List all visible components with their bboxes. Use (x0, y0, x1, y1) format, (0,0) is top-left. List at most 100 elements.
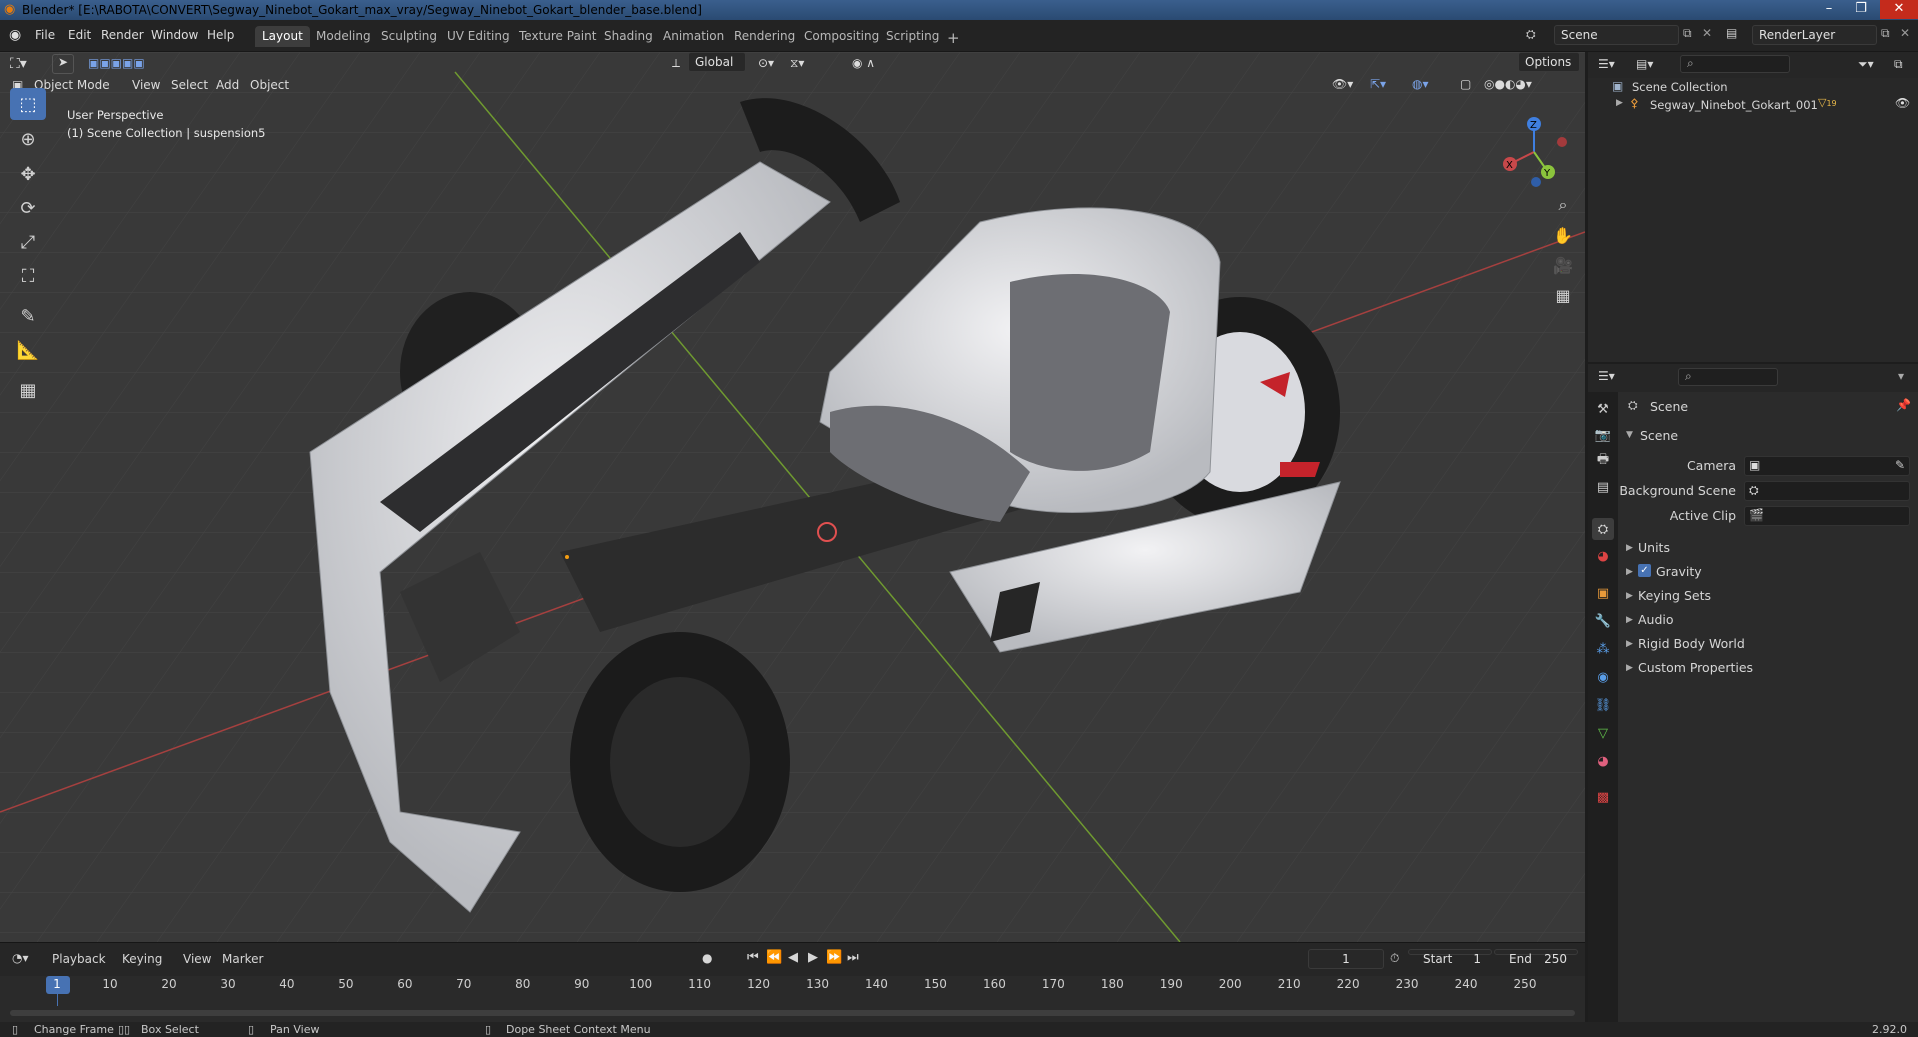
current-frame-field[interactable]: 1 (1308, 949, 1384, 969)
camera-view-icon[interactable]: 🎥 (1550, 252, 1576, 278)
tab-scripting[interactable]: Scripting (879, 26, 946, 47)
eyedropper-icon[interactable]: ✎ (1895, 458, 1905, 472)
timeline-view-menu[interactable]: View (183, 952, 211, 966)
scene-field[interactable]: Scene (1554, 25, 1679, 45)
modifier-tab-icon[interactable]: 🔧 (1592, 610, 1614, 632)
minimize-icon[interactable]: – (1814, 0, 1844, 19)
viewport-menu-object[interactable]: Object (250, 78, 289, 92)
viewport-menu-select[interactable]: Select (171, 78, 208, 92)
texture-tab-icon[interactable]: ▩ (1592, 786, 1614, 808)
properties-editor-type-icon[interactable]: ☰▾ (1598, 369, 1615, 383)
background-scene-field[interactable]: ⛭ (1744, 481, 1910, 501)
visibility-eye-icon[interactable]: 👁 (1895, 96, 1910, 110)
preview-range-icon[interactable]: ⏱ (1390, 951, 1399, 966)
keying-sets-panel[interactable]: Keying Sets (1638, 588, 1711, 603)
tab-compositing[interactable]: Compositing (797, 26, 886, 47)
measure-tool-icon[interactable]: 📐 (10, 334, 46, 366)
scene-collection-label[interactable]: Scene Collection (1632, 80, 1728, 94)
world-tab-icon[interactable]: ◕ (1592, 545, 1614, 567)
marker-menu[interactable]: Marker (222, 952, 263, 966)
transform-orientation-dropdown[interactable]: Global (688, 52, 746, 72)
cursor-tool-icon[interactable]: ⊕ (10, 123, 46, 155)
move-tool-icon[interactable]: ✥ (10, 158, 46, 190)
audio-panel[interactable]: Audio (1638, 612, 1674, 627)
particles-tab-icon[interactable]: ⁂ (1592, 638, 1614, 660)
pan-hand-icon[interactable]: ✋ (1550, 222, 1576, 248)
jump-end-icon[interactable]: ⏭ (847, 950, 859, 965)
next-keyframe-icon[interactable]: ⏩ (826, 950, 842, 965)
output-tab-icon[interactable]: 🖶 (1592, 450, 1614, 472)
view-layer-tab-icon[interactable]: ▤ (1592, 476, 1614, 498)
add-workspace-icon[interactable]: + (940, 26, 967, 47)
gravity-checkbox[interactable]: ✓ (1638, 564, 1651, 577)
menu-help[interactable]: Help (207, 28, 234, 42)
menu-window[interactable]: Window (151, 28, 198, 42)
active-clip-field[interactable]: 🎬 (1744, 506, 1910, 526)
blender-menu-icon[interactable]: ◉ (9, 27, 21, 43)
custom-properties-panel[interactable]: Custom Properties (1638, 660, 1753, 675)
select-tool-icon[interactable]: ➤ (52, 54, 74, 74)
gravity-expand-icon[interactable]: ▶ (1626, 567, 1633, 577)
xray-icon[interactable]: ▢ (1460, 77, 1471, 91)
zoom-icon[interactable]: ⌕ (1550, 192, 1576, 218)
renderlayer-browse-icon[interactable]: ▤ (1726, 26, 1737, 40)
pivot-icon[interactable]: ⊙▾ (758, 56, 774, 70)
custom-properties-expand-icon[interactable]: ▶ (1626, 663, 1633, 673)
start-frame-field[interactable]: Start 1 (1408, 949, 1492, 966)
units-expand-icon[interactable]: ▶ (1626, 543, 1633, 553)
expand-arrow-icon[interactable]: ▶ (1616, 98, 1623, 108)
editor-type-icon[interactable]: ⛶▾ (10, 56, 27, 72)
scale-tool-icon[interactable]: ⤢ (10, 226, 46, 258)
menu-render[interactable]: Render (101, 28, 144, 42)
scene-copy-icon[interactable]: ⧉ (1683, 26, 1692, 41)
pin-icon[interactable]: 📌 (1896, 398, 1911, 412)
3d-viewport[interactable]: ⛶▾ ➤ ▣▣▣▣▣ ⟂ Global ⊙▾ ⧖▾ ◉ ∧ Options ▣ … (0, 52, 1585, 942)
tab-layout[interactable]: Layout (255, 26, 310, 47)
overlay-toggle-icon[interactable]: ◍▾ (1412, 77, 1429, 91)
viewport-menu-view[interactable]: View (132, 78, 160, 92)
camera-field[interactable]: ▣ ✎ (1744, 456, 1910, 476)
tab-animation[interactable]: Animation (656, 26, 731, 47)
tab-modeling[interactable]: Modeling (309, 26, 378, 47)
timeline-scrollbar[interactable] (10, 1010, 1575, 1016)
object-tab-icon[interactable]: ▣ (1592, 582, 1614, 604)
transform-orientation-icon[interactable]: ⟂ (672, 56, 680, 71)
physics-tab-icon[interactable]: ◉ (1592, 666, 1614, 688)
menu-file[interactable]: File (35, 28, 55, 42)
visibility-icon[interactable]: 👁▾ (1332, 77, 1353, 91)
jump-start-icon[interactable]: ⏮ (747, 950, 759, 965)
units-panel[interactable]: Units (1638, 540, 1670, 555)
renderlayer-remove-icon[interactable]: ✕ (1900, 26, 1910, 40)
properties-options-icon[interactable]: ▾ (1898, 369, 1904, 383)
rigid-body-world-panel[interactable]: Rigid Body World (1638, 636, 1745, 651)
renderlayer-copy-icon[interactable]: ⧉ (1881, 26, 1890, 41)
gizmo-toggle-icon[interactable]: ⇱▾ (1370, 77, 1386, 91)
data-tab-icon[interactable]: ▽ (1592, 722, 1614, 744)
play-reverse-icon[interactable]: ◀ (788, 950, 798, 965)
close-icon[interactable]: ✕ (1880, 0, 1918, 19)
auto-keying-icon[interactable]: ● (702, 951, 712, 965)
ortho-toggle-icon[interactable]: ▦ (1550, 282, 1576, 308)
prev-keyframe-icon[interactable]: ⏪ (766, 950, 782, 965)
keying-menu[interactable]: Keying (122, 952, 162, 966)
timeline-editor-type-icon[interactable]: ◔▾ (12, 951, 29, 965)
display-mode-icon[interactable]: ▤▾ (1636, 57, 1653, 71)
tool-tab-icon[interactable]: ⚒ (1592, 398, 1614, 420)
tab-shading[interactable]: Shading (597, 26, 660, 47)
scene-panel-collapse-icon[interactable]: ▼ (1626, 430, 1633, 440)
maximize-icon[interactable]: ❐ (1846, 0, 1876, 19)
outliner-item-gokart[interactable]: Segway_Ninebot_Gokart_001 (1650, 98, 1818, 112)
tab-uv-editing[interactable]: UV Editing (440, 26, 517, 47)
playback-menu[interactable]: Playback (52, 952, 106, 966)
keying-sets-expand-icon[interactable]: ▶ (1626, 591, 1633, 601)
rotate-tool-icon[interactable]: ⟳ (10, 192, 46, 224)
viewport-menu-add[interactable]: Add (216, 78, 239, 92)
scene-remove-icon[interactable]: ✕ (1702, 26, 1712, 40)
navigation-gizmo[interactable]: Z X Y (1490, 112, 1570, 192)
audio-expand-icon[interactable]: ▶ (1626, 615, 1633, 625)
outliner-editor-type-icon[interactable]: ☰▾ (1598, 57, 1615, 71)
play-icon[interactable]: ▶ (808, 950, 818, 965)
snap-icon[interactable]: ⧖▾ (790, 56, 804, 71)
constraints-tab-icon[interactable]: ⛓ (1592, 694, 1614, 716)
transform-tool-icon[interactable]: ⛶ (10, 260, 46, 292)
